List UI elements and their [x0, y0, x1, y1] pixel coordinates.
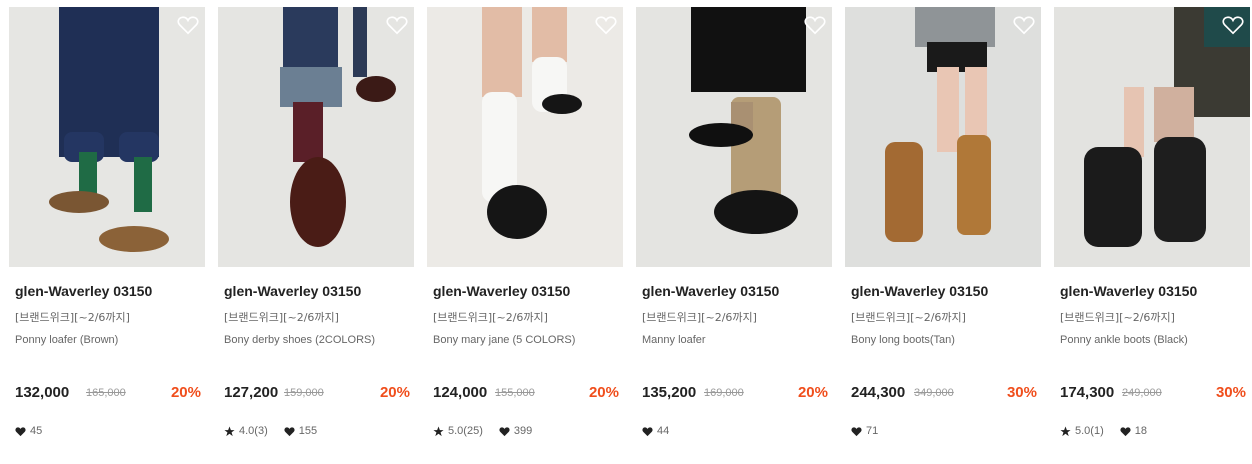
rating: 5.0(1): [1060, 425, 1104, 437]
likes: 155: [284, 425, 317, 437]
promo-tag: [브랜드위크][~2/6까지]: [433, 311, 548, 324]
rating: 5.0(25): [433, 425, 483, 437]
sale-price: 124,000: [433, 384, 488, 401]
rating: 4.0(3): [224, 425, 268, 437]
brand-name[interactable]: glen-Waverley 03150: [224, 283, 361, 299]
product-card[interactable]: glen-Waverley 03150 [브랜드위크][~2/6까지] Bony…: [218, 0, 414, 464]
discount-rate: 30%: [1006, 384, 1037, 401]
sale-price: 174,300: [1060, 384, 1115, 401]
original-price: 349,000: [914, 387, 954, 399]
brand-name[interactable]: glen-Waverley 03150: [642, 283, 779, 299]
likes: 45: [15, 425, 42, 437]
star-icon: [224, 425, 235, 436]
likes-count: 399: [513, 425, 533, 437]
product-grid: glen-Waverley 03150 [브랜드위크][~2/6까지] Ponn…: [0, 0, 1252, 464]
heart-filled-icon: [284, 426, 295, 436]
product-image[interactable]: [9, 7, 205, 267]
heart-filled-icon: [642, 426, 653, 436]
sale-price: 127,200: [224, 384, 279, 401]
heart-filled-icon: [1120, 426, 1131, 436]
likes-count: 71: [866, 425, 879, 437]
product-image[interactable]: [427, 7, 623, 267]
brand-name[interactable]: glen-Waverley 03150: [15, 283, 152, 299]
original-price: 249,000: [1122, 387, 1162, 399]
product-photo: [845, 7, 1041, 267]
brand-name[interactable]: glen-Waverley 03150: [851, 283, 988, 299]
discount-rate: 20%: [170, 384, 201, 401]
star-icon: [433, 425, 444, 436]
heart-outline-icon[interactable]: [804, 15, 826, 35]
likes-count: 18: [1134, 425, 1147, 437]
product-meta: 45: [15, 424, 58, 438]
sale-price: 132,000: [15, 384, 70, 401]
product-image[interactable]: [218, 7, 414, 267]
promo-tag: [브랜드위크][~2/6까지]: [642, 311, 757, 324]
product-image[interactable]: [1054, 7, 1250, 267]
product-card[interactable]: glen-Waverley 03150 [브랜드위크][~2/6까지] Ponn…: [9, 0, 205, 464]
likes-count: 155: [298, 425, 318, 437]
original-price: 165,000: [86, 387, 126, 399]
likes-count: 44: [657, 425, 670, 437]
original-price: 155,000: [495, 387, 535, 399]
product-name[interactable]: Manny loafer: [642, 334, 706, 346]
product-name[interactable]: Ponny ankle boots (Black): [1060, 334, 1188, 346]
heart-outline-icon[interactable]: [595, 15, 617, 35]
product-photo: [636, 7, 832, 267]
product-photo: [1054, 7, 1250, 267]
product-card[interactable]: glen-Waverley 03150 [브랜드위크][~2/6까지] Bony…: [845, 0, 1041, 464]
heart-outline-icon[interactable]: [1013, 15, 1035, 35]
product-meta: 5.0(1) 18: [1060, 424, 1163, 438]
promo-tag: [브랜드위크][~2/6까지]: [224, 311, 339, 324]
product-photo: [9, 7, 205, 267]
promo-tag: [브랜드위크][~2/6까지]: [851, 311, 966, 324]
discount-rate: 30%: [1215, 384, 1246, 401]
heart-outline-icon[interactable]: [386, 15, 408, 35]
likes: 18: [1120, 425, 1147, 437]
product-meta: 5.0(25) 399: [433, 424, 548, 438]
rating-value: 5.0(1): [1075, 425, 1104, 437]
promo-tag: [브랜드위크][~2/6까지]: [1060, 311, 1175, 324]
discount-rate: 20%: [588, 384, 619, 401]
product-card[interactable]: glen-Waverley 03150 [브랜드위크][~2/6까지] Mann…: [636, 0, 832, 464]
rating-value: 5.0(25): [448, 425, 483, 437]
heart-outline-icon[interactable]: [177, 15, 199, 35]
product-name[interactable]: Bony derby shoes (2COLORS): [224, 334, 375, 346]
product-meta: 4.0(3) 155: [224, 424, 333, 438]
product-image[interactable]: [845, 7, 1041, 267]
brand-name[interactable]: glen-Waverley 03150: [433, 283, 570, 299]
heart-filled-icon: [851, 426, 862, 436]
product-name[interactable]: Bony mary jane (5 COLORS): [433, 334, 575, 346]
discount-rate: 20%: [797, 384, 828, 401]
product-meta: 44: [642, 424, 685, 438]
heart-filled-icon: [15, 426, 26, 436]
product-card[interactable]: glen-Waverley 03150 [브랜드위크][~2/6까지] Ponn…: [1054, 0, 1250, 464]
product-photo: [427, 7, 623, 267]
likes: 71: [851, 425, 878, 437]
heart-filled-icon: [499, 426, 510, 436]
likes-count: 45: [30, 425, 43, 437]
promo-tag: [브랜드위크][~2/6까지]: [15, 311, 130, 324]
product-photo: [218, 7, 414, 267]
likes: 44: [642, 425, 669, 437]
heart-outline-icon[interactable]: [1222, 15, 1244, 35]
brand-name[interactable]: glen-Waverley 03150: [1060, 283, 1197, 299]
sale-price: 244,300: [851, 384, 906, 401]
product-meta: 71: [851, 424, 894, 438]
original-price: 159,000: [284, 387, 324, 399]
discount-rate: 20%: [379, 384, 410, 401]
product-name[interactable]: Bony long boots(Tan): [851, 334, 955, 346]
product-name[interactable]: Ponny loafer (Brown): [15, 334, 118, 346]
sale-price: 135,200: [642, 384, 697, 401]
product-image[interactable]: [636, 7, 832, 267]
original-price: 169,000: [704, 387, 744, 399]
star-icon: [1060, 425, 1071, 436]
rating-value: 4.0(3): [239, 425, 268, 437]
likes: 399: [499, 425, 532, 437]
product-card[interactable]: glen-Waverley 03150 [브랜드위크][~2/6까지] Bony…: [427, 0, 623, 464]
